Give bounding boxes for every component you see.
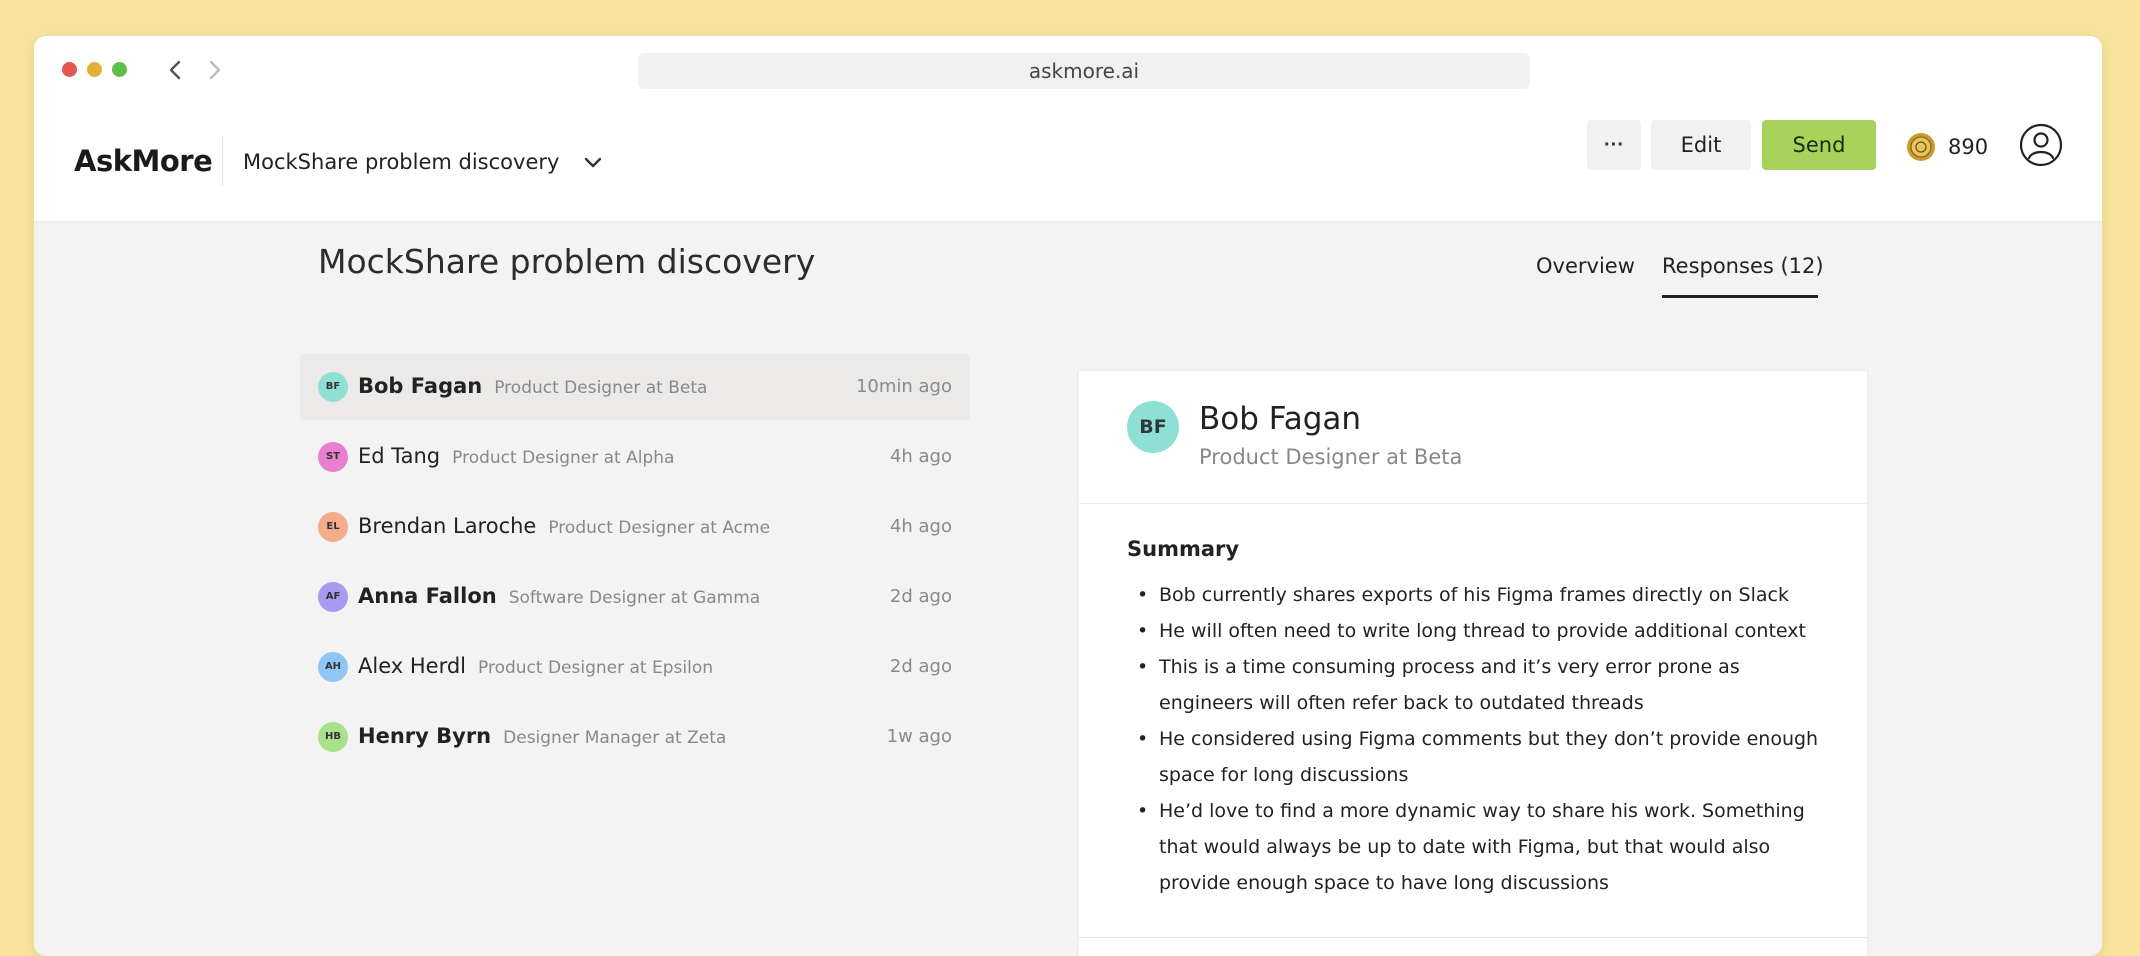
summary-item: • He will often need to write long thread… <box>1129 613 1829 649</box>
respondent-role: Designer Manager at Zeta <box>503 728 727 748</box>
respondent-name: Bob Fagan <box>1199 401 1362 437</box>
avatar: EL <box>318 512 348 542</box>
respondent-role: Product Designer at Epsilon <box>478 658 713 678</box>
respondent-name-text: Henry Byrn <box>358 724 492 748</box>
respondent-name-text: Bob Fagan <box>358 374 483 398</box>
response-time: 2d ago <box>889 656 952 677</box>
respondent-name: Brendan Laroche Product Designer at Acme <box>358 514 770 538</box>
avatar: BF <box>318 372 348 402</box>
response-row[interactable]: EL Brendan Laroche Product Designer at Ac… <box>300 494 970 560</box>
respondent-name: Anna Fallon Software Designer at Gamma <box>358 584 760 608</box>
respondent-role: Product Designer at Beta <box>1199 445 1463 469</box>
avatar: AH <box>318 652 348 682</box>
coin-count: 890 <box>1948 135 1989 159</box>
summary-item: • He’d love to find a more dynamic way to… <box>1129 793 1829 901</box>
respondent-role: Product Designer at Beta <box>494 378 708 398</box>
respondent-name: Henry Byrn Designer Manager at Zeta <box>358 724 726 748</box>
response-row[interactable]: AF Anna Fallon Software Designer at Gamma… <box>300 564 970 630</box>
bullet-icon: • <box>1137 800 1149 822</box>
card-header: BF Bob Fagan Product Designer at Beta <box>1079 371 1867 504</box>
page-title: MockShare problem discovery <box>318 242 816 281</box>
address-bar[interactable]: askmore.ai <box>638 53 1530 89</box>
respondent-name-text: Alex Herdl <box>358 654 466 678</box>
browser-toolbar: askmore.ai <box>34 36 2102 106</box>
avatar: BF <box>1127 401 1179 453</box>
response-time: 10min ago <box>855 376 952 397</box>
project-name: MockShare problem discovery <box>243 150 560 174</box>
edit-button[interactable]: Edit <box>1651 120 1751 170</box>
respondent-role: Product Designer at Acme <box>548 518 771 538</box>
more-options-button[interactable]: ··· <box>1587 120 1641 170</box>
summary-item-text: Bob currently shares exports of his Figm… <box>1159 584 1789 606</box>
app-header: AskMore MockShare problem discovery ··· … <box>34 106 2102 222</box>
respondent-name: Ed Tang Product Designer at Alpha <box>358 444 674 468</box>
active-tab-indicator <box>1662 295 1818 298</box>
respondent-name: Alex Herdl Product Designer at Epsilon <box>358 654 713 678</box>
respondent-name-text: Brendan Laroche <box>358 514 537 538</box>
summary-item: • Bob currently shares exports of his Fig… <box>1129 577 1829 613</box>
coin-icon <box>1907 133 1935 161</box>
maximize-window-button[interactable] <box>112 62 127 77</box>
browser-window: askmore.ai AskMore MockShare problem dis… <box>34 36 2102 956</box>
avatar: ST <box>318 442 348 472</box>
response-time: 4h ago <box>889 516 952 537</box>
response-row[interactable]: BF Bob Fagan Product Designer at Beta 10m… <box>300 354 970 420</box>
response-row[interactable]: HB Henry Byrn Designer Manager at Zeta 1w… <box>300 704 970 770</box>
respondent-role: Product Designer at Alpha <box>452 448 675 468</box>
bullet-icon: • <box>1137 656 1149 678</box>
summary-heading: Summary <box>1127 537 1240 561</box>
project-selector[interactable]: MockShare problem discovery <box>243 144 605 180</box>
forward-arrow-icon[interactable] <box>200 54 230 86</box>
response-time: 1w ago <box>886 726 952 747</box>
summary-item-text: This is a time consuming process and it’… <box>1159 656 1740 714</box>
close-window-button[interactable] <box>62 62 77 77</box>
respondent-name: Bob Fagan Product Designer at Beta <box>358 374 707 398</box>
avatar: AF <box>318 582 348 612</box>
summary-item: • He considered using Figma comments but … <box>1129 721 1829 793</box>
user-profile-icon[interactable] <box>2018 122 2064 168</box>
summary-item-text: He considered using Figma comments but t… <box>1159 728 1819 786</box>
tab-overview[interactable]: Overview <box>1536 254 1635 278</box>
response-row[interactable]: AH Alex Herdl Product Designer at Epsilon… <box>300 634 970 700</box>
respondent-name-text: Anna Fallon <box>358 584 497 608</box>
response-detail-card: BF Bob Fagan Product Designer at Beta Su… <box>1078 370 1868 956</box>
avatar: HB <box>318 722 348 752</box>
bullet-icon: • <box>1137 620 1149 642</box>
summary-item-text: He’d love to find a more dynamic way to … <box>1159 800 1805 894</box>
summary-item-text: He will often need to write long thread … <box>1159 620 1806 642</box>
summary-list: • Bob currently shares exports of his Fig… <box>1129 577 1829 901</box>
bullet-icon: • <box>1137 584 1149 606</box>
header-divider <box>222 136 223 186</box>
send-button[interactable]: Send <box>1762 120 1876 170</box>
app-logo[interactable]: AskMore <box>74 144 213 178</box>
tab-responses[interactable]: Responses (12) <box>1662 254 1824 278</box>
chevron-down-icon <box>585 157 602 168</box>
back-arrow-icon[interactable] <box>160 54 190 86</box>
respondent-role: Software Designer at Gamma <box>508 588 761 608</box>
respondent-name-text: Ed Tang <box>358 444 441 468</box>
summary-item: • This is a time consuming process and it… <box>1129 649 1829 721</box>
response-row[interactable]: ST Ed Tang Product Designer at Alpha 4h a… <box>300 424 970 490</box>
response-time: 2d ago <box>889 586 952 607</box>
bullet-icon: • <box>1137 728 1149 750</box>
response-time: 4h ago <box>889 446 952 467</box>
card-divider <box>1079 937 1867 938</box>
coin-balance[interactable]: 890 <box>1906 132 1988 162</box>
minimize-window-button[interactable] <box>87 62 102 77</box>
